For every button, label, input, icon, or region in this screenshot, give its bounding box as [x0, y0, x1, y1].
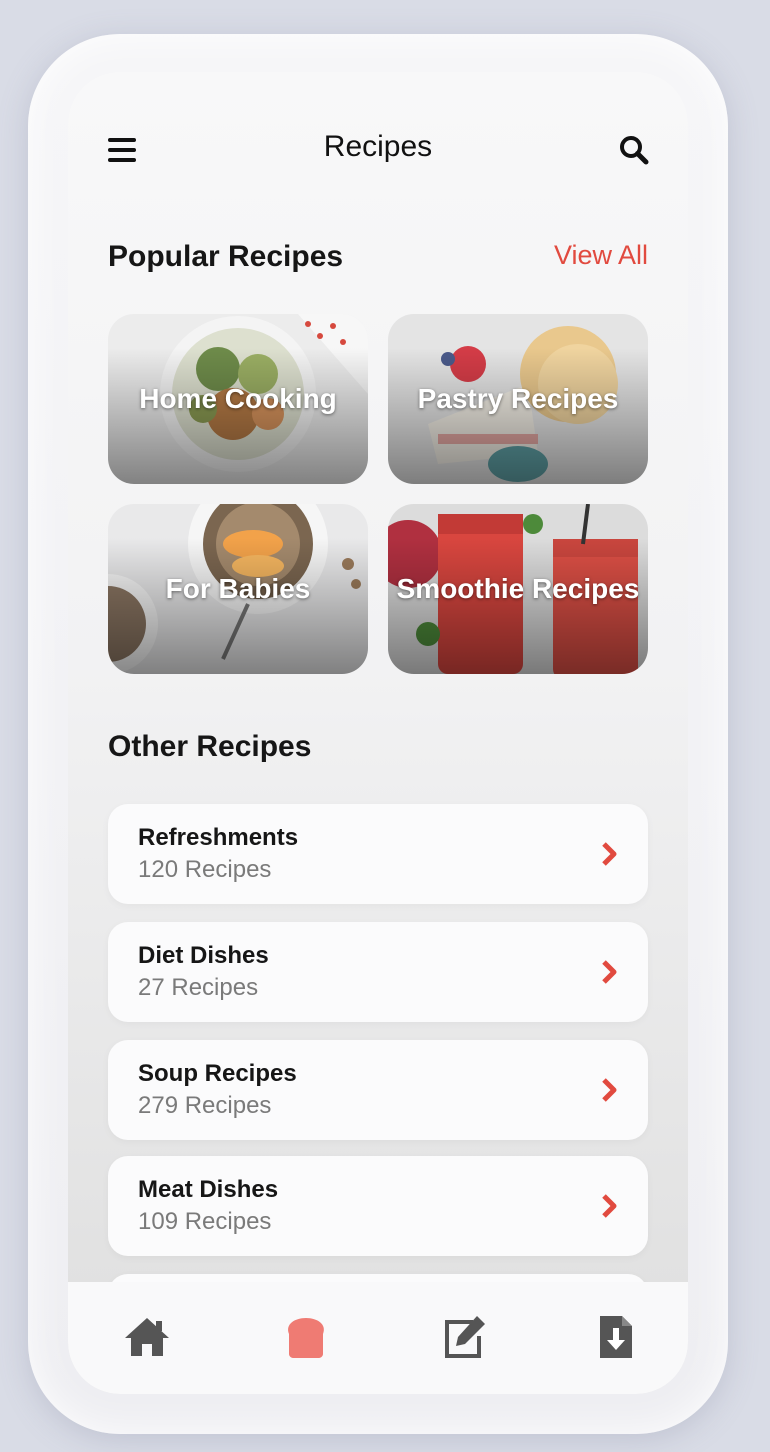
other-recipes-title: Other Recipes: [108, 730, 312, 763]
chevron-right-icon: [602, 960, 617, 984]
list-item-meat-dishes[interactable]: Meat Dishes 109 Recipes: [108, 1156, 648, 1256]
item-count: 120 Recipes: [138, 856, 272, 883]
app-screen: Recipes Popular Recipes View All Home Co…: [68, 72, 688, 1394]
list-item-diet-dishes[interactable]: Diet Dishes 27 Recipes: [108, 922, 648, 1022]
view-all-link[interactable]: View All: [554, 240, 648, 271]
item-name: Soup Recipes: [138, 1060, 297, 1087]
list-item-refreshments[interactable]: Refreshments 120 Recipes: [108, 804, 648, 904]
page-title: Recipes: [323, 130, 433, 163]
app-header: Recipes: [68, 72, 688, 222]
search-icon[interactable]: [618, 134, 650, 166]
item-name: Meat Dishes: [138, 1176, 279, 1203]
edit-icon[interactable]: [439, 1312, 489, 1362]
card-label: For Babies: [165, 573, 311, 604]
chevron-right-icon: [602, 842, 617, 866]
home-icon[interactable]: [122, 1312, 172, 1362]
file-download-icon[interactable]: [590, 1312, 640, 1362]
chevron-right-icon: [602, 1078, 617, 1102]
card-label: Home Cooking: [139, 383, 337, 414]
item-name: Diet Dishes: [138, 942, 269, 969]
item-name: Refreshments: [138, 824, 299, 851]
card-smoothie-recipes[interactable]: Smoothie Recipes: [388, 504, 648, 674]
popular-recipes-title: Popular Recipes: [108, 240, 344, 273]
card-pastry-recipes[interactable]: Pastry Recipes: [388, 314, 648, 484]
card-for-babies[interactable]: For Babies: [108, 504, 368, 674]
card-home-cooking[interactable]: Home Cooking: [108, 314, 368, 484]
item-count: 109 Recipes: [138, 1208, 272, 1235]
bottom-nav: [68, 1282, 688, 1394]
item-count: 279 Recipes: [138, 1092, 272, 1119]
chevron-right-icon: [602, 1194, 617, 1218]
card-label: Pastry Recipes: [417, 383, 619, 414]
item-count: 27 Recipes: [138, 974, 259, 1001]
bread-icon[interactable]: [281, 1312, 331, 1362]
card-label: Smoothie Recipes: [396, 573, 640, 604]
list-item-soup-recipes[interactable]: Soup Recipes 279 Recipes: [108, 1040, 648, 1140]
